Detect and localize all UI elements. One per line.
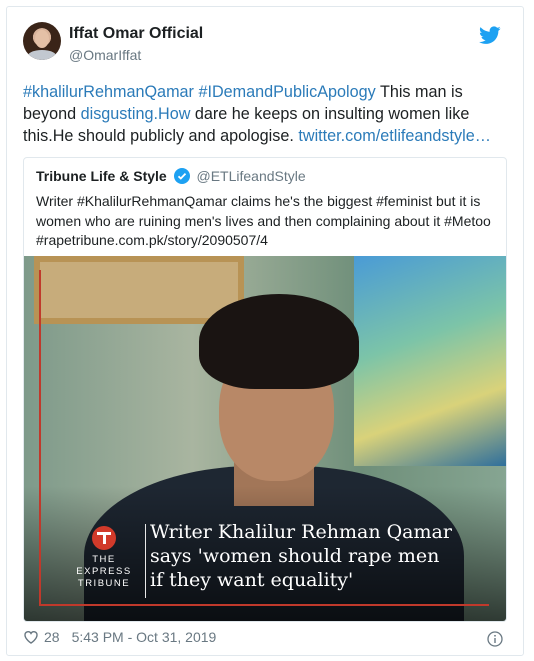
quoted-author-handle[interactable]: @ETLifeandStyle [196, 168, 305, 184]
author-name[interactable]: Iffat Omar Official [69, 25, 203, 43]
tweet-text: #khalilurRehmanQamar #IDemandPublicApolo… [23, 81, 507, 147]
express-tribune-logo-icon [92, 526, 116, 550]
inline-link[interactable]: disgusting.How [81, 105, 191, 123]
timestamp[interactable]: 5:43 PM - Oct 31, 2019 [72, 629, 217, 645]
media-headline: Writer Khalilur Rehman Qamar says 'women… [150, 521, 452, 591]
tweet-footer: 28 5:43 PM - Oct 31, 2019 [23, 629, 216, 645]
quoted-tweet[interactable]: Tribune Life & Style @ETLifeandStyle Wri… [23, 157, 507, 622]
avatar-shirt [27, 50, 57, 60]
hashtag-link[interactable]: #khalilurRehmanQamar [23, 83, 194, 101]
avatar-face [35, 30, 49, 48]
quoted-author-name[interactable]: Tribune Life & Style [36, 168, 167, 184]
author-handle[interactable]: @OmarIffat [69, 47, 141, 63]
divider [145, 524, 146, 598]
media-image[interactable]: THE EXPRESS TRIBUNE Writer Khalilur Rehm… [24, 256, 506, 621]
red-accent-line [39, 270, 41, 606]
tweet-card[interactable]: Iffat Omar Official @OmarIffat #khalilur… [6, 6, 524, 656]
quoted-header: Tribune Life & Style @ETLifeandStyle [36, 168, 306, 184]
person-hair [199, 294, 359, 389]
url-link[interactable]: twitter.com/etlifeandstyle… [298, 127, 491, 145]
heart-icon[interactable] [23, 629, 39, 645]
background-painting [354, 256, 506, 466]
quoted-text: Writer #KhalilurRehmanQamar claims he's … [36, 193, 491, 248]
info-icon[interactable] [487, 631, 503, 647]
red-accent-line [39, 604, 489, 606]
avatar[interactable] [23, 22, 61, 60]
twitter-bird-icon[interactable] [479, 26, 501, 45]
hashtag-link[interactable]: #IDemandPublicApology [198, 83, 375, 101]
verified-badge-icon [173, 168, 190, 184]
like-count[interactable]: 28 [44, 629, 60, 645]
brand-text: THE EXPRESS TRIBUNE [76, 554, 132, 589]
